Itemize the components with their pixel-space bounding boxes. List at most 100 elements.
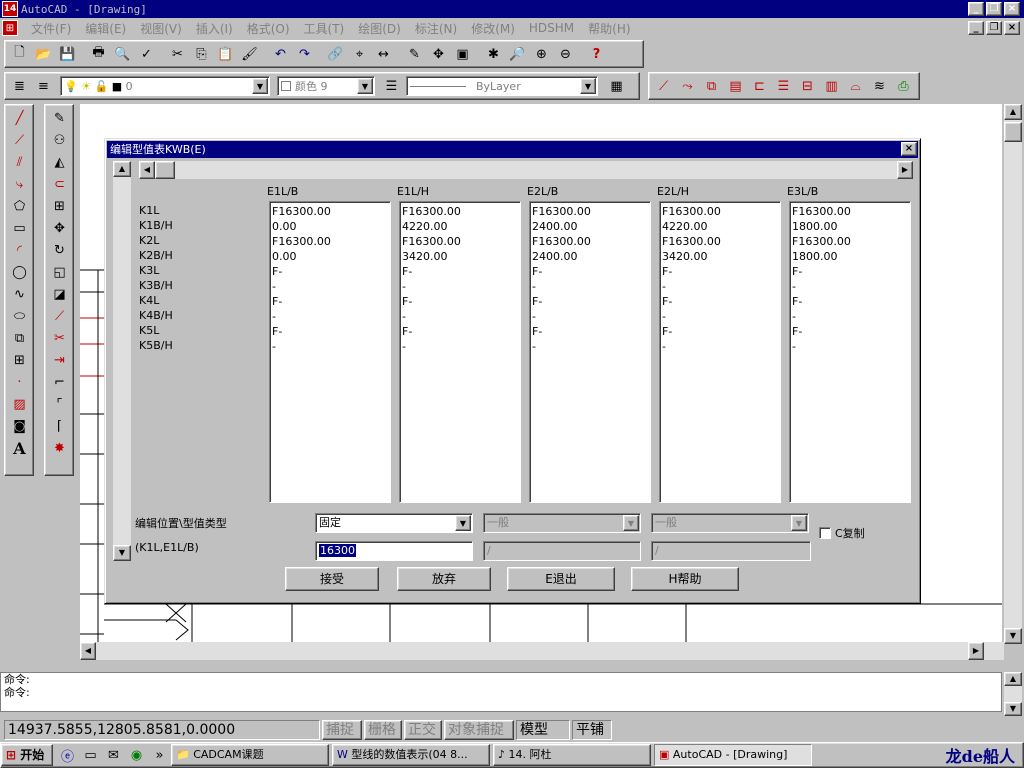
rotate-icon[interactable]: ↻ bbox=[48, 239, 71, 261]
extend-icon[interactable]: ⇥ bbox=[48, 349, 71, 371]
polygon-icon[interactable]: ⬠ bbox=[8, 195, 31, 217]
list-item[interactable]: 4220.00 bbox=[402, 219, 518, 234]
list-item[interactable]: F16300.00 bbox=[532, 234, 648, 249]
list-item[interactable]: F- bbox=[272, 264, 388, 279]
open-folder-icon[interactable]: 📂 bbox=[32, 43, 55, 65]
list-item[interactable]: - bbox=[532, 339, 648, 354]
list-item[interactable]: F16300.00 bbox=[402, 234, 518, 249]
list-item[interactable]: 0.00 bbox=[272, 219, 388, 234]
menu-file[interactable]: 文件(F) bbox=[24, 20, 78, 37]
list-item[interactable]: - bbox=[272, 309, 388, 324]
list-item[interactable]: F16300.00 bbox=[272, 204, 388, 219]
list-item[interactable]: F- bbox=[662, 324, 778, 339]
layer-stack-icon[interactable]: ☰ bbox=[772, 75, 795, 97]
list-item[interactable]: - bbox=[532, 309, 648, 324]
snap-toggle[interactable]: 捕捉 bbox=[322, 720, 362, 740]
minimize-button[interactable]: _ bbox=[968, 2, 984, 16]
scroll-left-icon[interactable]: ◀ bbox=[139, 161, 155, 179]
menu-hdshm[interactable]: HDSHM bbox=[522, 21, 581, 35]
list-item[interactable]: 3420.00 bbox=[402, 249, 518, 264]
list-item[interactable]: F- bbox=[532, 264, 648, 279]
offset-list-e2lh[interactable]: F16300.00 4220.00 F16300.00 3420.00 F- -… bbox=[659, 201, 781, 503]
hull-icon[interactable]: ⊟ bbox=[796, 75, 819, 97]
copy-object-icon[interactable]: ⚇ bbox=[48, 129, 71, 151]
zoom-realtime-icon[interactable]: 🔎 bbox=[506, 43, 529, 65]
tile-toggle[interactable]: 平铺 bbox=[572, 720, 612, 740]
list-item[interactable]: F16300.00 bbox=[662, 204, 778, 219]
arc-icon[interactable]: ◜ bbox=[8, 239, 31, 261]
value-type-select-2[interactable]: 一般 ▼ bbox=[483, 513, 641, 533]
list-item[interactable]: - bbox=[662, 279, 778, 294]
chevron-down-icon[interactable]: ▼ bbox=[791, 515, 807, 531]
offset-icon[interactable]: ⊂ bbox=[48, 173, 71, 195]
value-input[interactable]: 16300 bbox=[315, 541, 473, 561]
list-item[interactable]: 1800.00 bbox=[792, 249, 908, 264]
task-cadcam-folder[interactable]: 📁 CADCAM课题 bbox=[171, 744, 329, 766]
restore-button[interactable]: ❐ bbox=[986, 2, 1002, 16]
match-properties-icon[interactable]: 🖌 bbox=[238, 43, 261, 65]
region-icon[interactable]: ◙ bbox=[8, 415, 31, 437]
layer-manager-icon[interactable]: ≣ bbox=[8, 75, 31, 97]
linetype-icon[interactable]: ☰ bbox=[380, 75, 403, 97]
list-item[interactable]: F- bbox=[532, 324, 648, 339]
section-icon[interactable]: ⊏ bbox=[748, 75, 771, 97]
value-input-3[interactable]: / bbox=[651, 541, 811, 561]
column-scroll-thumb[interactable] bbox=[155, 161, 175, 179]
layers-icon[interactable]: ▣ bbox=[451, 43, 474, 65]
chevron-down-icon[interactable]: ▼ bbox=[252, 78, 268, 94]
print-icon[interactable]: 🖶 bbox=[87, 43, 110, 65]
mirror-icon[interactable]: ◭ bbox=[48, 151, 71, 173]
make-block-icon[interactable]: ⊞ bbox=[8, 349, 31, 371]
list-item[interactable]: F- bbox=[272, 294, 388, 309]
list-item[interactable]: - bbox=[792, 309, 908, 324]
menu-view[interactable]: 视图(V) bbox=[133, 20, 189, 37]
list-item[interactable]: F16300.00 bbox=[792, 234, 908, 249]
menu-insert[interactable]: 插入(I) bbox=[189, 20, 240, 37]
menu-tools[interactable]: 工具(T) bbox=[297, 20, 352, 37]
lengthen-icon[interactable]: ⟋ bbox=[48, 305, 71, 327]
fillet-icon[interactable]: ⌈ bbox=[48, 415, 71, 437]
new-file-icon[interactable]: 🗋 bbox=[8, 43, 31, 65]
menu-format[interactable]: 格式(O) bbox=[240, 20, 297, 37]
task-word-doc[interactable]: W 型线的数值表示(04 8... bbox=[332, 744, 490, 766]
scroll-thumb[interactable] bbox=[1004, 122, 1022, 142]
print-preview-icon[interactable]: 🔍 bbox=[111, 43, 134, 65]
list-item[interactable]: - bbox=[402, 339, 518, 354]
color-combo[interactable]: 颜色 9 ▼ bbox=[277, 76, 375, 96]
list-item[interactable]: - bbox=[272, 279, 388, 294]
ie-icon[interactable]: ⓔ bbox=[56, 744, 79, 766]
close-button[interactable]: × bbox=[1004, 2, 1020, 16]
offset-list-e3lb[interactable]: F16300.00 1800.00 F16300.00 1800.00 F- -… bbox=[789, 201, 911, 503]
list-item[interactable]: F- bbox=[662, 264, 778, 279]
list-item[interactable]: F16300.00 bbox=[662, 234, 778, 249]
list-item[interactable]: - bbox=[792, 279, 908, 294]
doc-restore-button[interactable]: ❐ bbox=[986, 21, 1002, 35]
list-item[interactable]: F- bbox=[402, 324, 518, 339]
value-input-2[interactable]: / bbox=[483, 541, 641, 561]
list-item[interactable]: 4220.00 bbox=[662, 219, 778, 234]
copy-icon[interactable]: ⎘ bbox=[190, 43, 213, 65]
chevron-down-icon[interactable]: ▼ bbox=[455, 515, 471, 531]
list-item[interactable]: F- bbox=[402, 264, 518, 279]
menu-draw[interactable]: 绘图(D) bbox=[351, 20, 408, 37]
list-item[interactable]: 2400.00 bbox=[532, 219, 648, 234]
list-item[interactable]: F- bbox=[792, 294, 908, 309]
move-icon[interactable]: ✥ bbox=[48, 217, 71, 239]
text-icon[interactable]: A bbox=[8, 437, 31, 459]
copy-checkbox[interactable] bbox=[819, 527, 831, 539]
task-autocad[interactable]: ▣ AutoCAD - [Drawing] bbox=[654, 744, 812, 766]
list-item[interactable]: - bbox=[272, 339, 388, 354]
chevron-down-icon[interactable]: ▼ bbox=[580, 78, 596, 94]
scroll-right-icon[interactable]: ▶ bbox=[897, 161, 913, 179]
ellipse-icon[interactable]: ⬭ bbox=[8, 305, 31, 327]
scroll-down-icon[interactable]: ▼ bbox=[113, 545, 131, 561]
list-item[interactable]: F- bbox=[532, 294, 648, 309]
list-item[interactable]: F16300.00 bbox=[532, 204, 648, 219]
horizontal-scrollbar[interactable]: ◀ ▶ bbox=[80, 642, 1004, 660]
lineweight-icon[interactable]: ▦ bbox=[605, 75, 628, 97]
copy-checkbox-group[interactable]: C复制 bbox=[819, 525, 865, 541]
table-icon[interactable]: ▤ bbox=[724, 75, 747, 97]
accept-button[interactable]: 接受 bbox=[285, 567, 379, 591]
scale-icon[interactable]: ◱ bbox=[48, 261, 71, 283]
scroll-up-icon[interactable]: ▲ bbox=[1004, 104, 1022, 120]
